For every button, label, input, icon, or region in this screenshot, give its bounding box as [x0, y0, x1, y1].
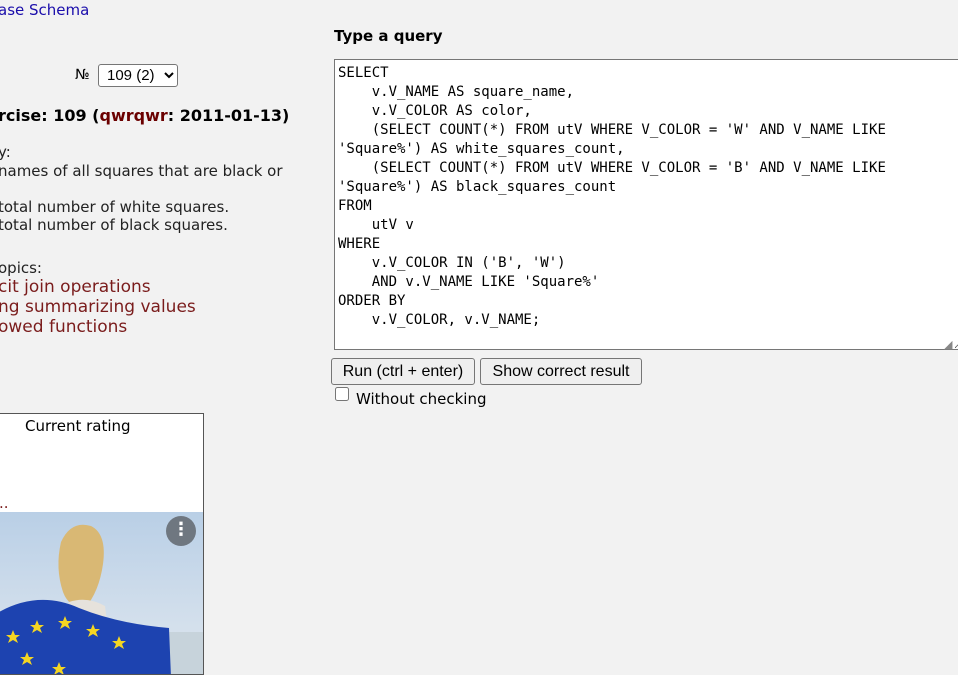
- run-button[interactable]: Run (ctrl + enter): [331, 358, 475, 385]
- ad-image[interactable]: ⋮: [0, 512, 203, 674]
- task-label: y:: [0, 143, 11, 161]
- query-editor[interactable]: [334, 59, 958, 350]
- exercise-title-prefix: rcise: 109 (: [0, 106, 100, 125]
- exercise-title-suffix: : 2011-01-13): [167, 106, 290, 125]
- query-heading: Type a query: [334, 27, 443, 45]
- task-line: total number of black squares.: [0, 216, 228, 234]
- show-correct-result-button[interactable]: Show correct result: [480, 358, 642, 385]
- more-vert-icon[interactable]: ⋮: [166, 516, 196, 546]
- exercise-number-label: №: [75, 67, 90, 83]
- database-schema-link[interactable]: ase Schema: [0, 1, 89, 19]
- topic-link-window-functions[interactable]: owed functions: [0, 317, 127, 337]
- topics-label: opics:: [0, 259, 42, 277]
- exercise-select[interactable]: 109 (2): [98, 64, 178, 87]
- exercise-author: qwrqwr: [99, 106, 168, 125]
- rating-title: Current rating: [25, 417, 131, 435]
- task-line: names of all squares that are black or: [0, 162, 283, 180]
- topic-link-join-operations[interactable]: cit join operations: [0, 277, 151, 297]
- without-checking-checkbox[interactable]: [335, 387, 349, 401]
- topic-link-summarizing-values[interactable]: ng summarizing values: [0, 297, 196, 317]
- exercise-title: rcise: 109 (qwrqwr: 2011-01-13): [0, 106, 289, 125]
- task-line: total number of white squares.: [0, 198, 230, 216]
- rating-panel: Current rating .. ⋮: [0, 413, 204, 675]
- without-checking-label[interactable]: Without checking: [356, 390, 487, 408]
- resize-grip-icon[interactable]: ◢: [944, 338, 952, 351]
- rating-more-link[interactable]: ..: [0, 494, 9, 512]
